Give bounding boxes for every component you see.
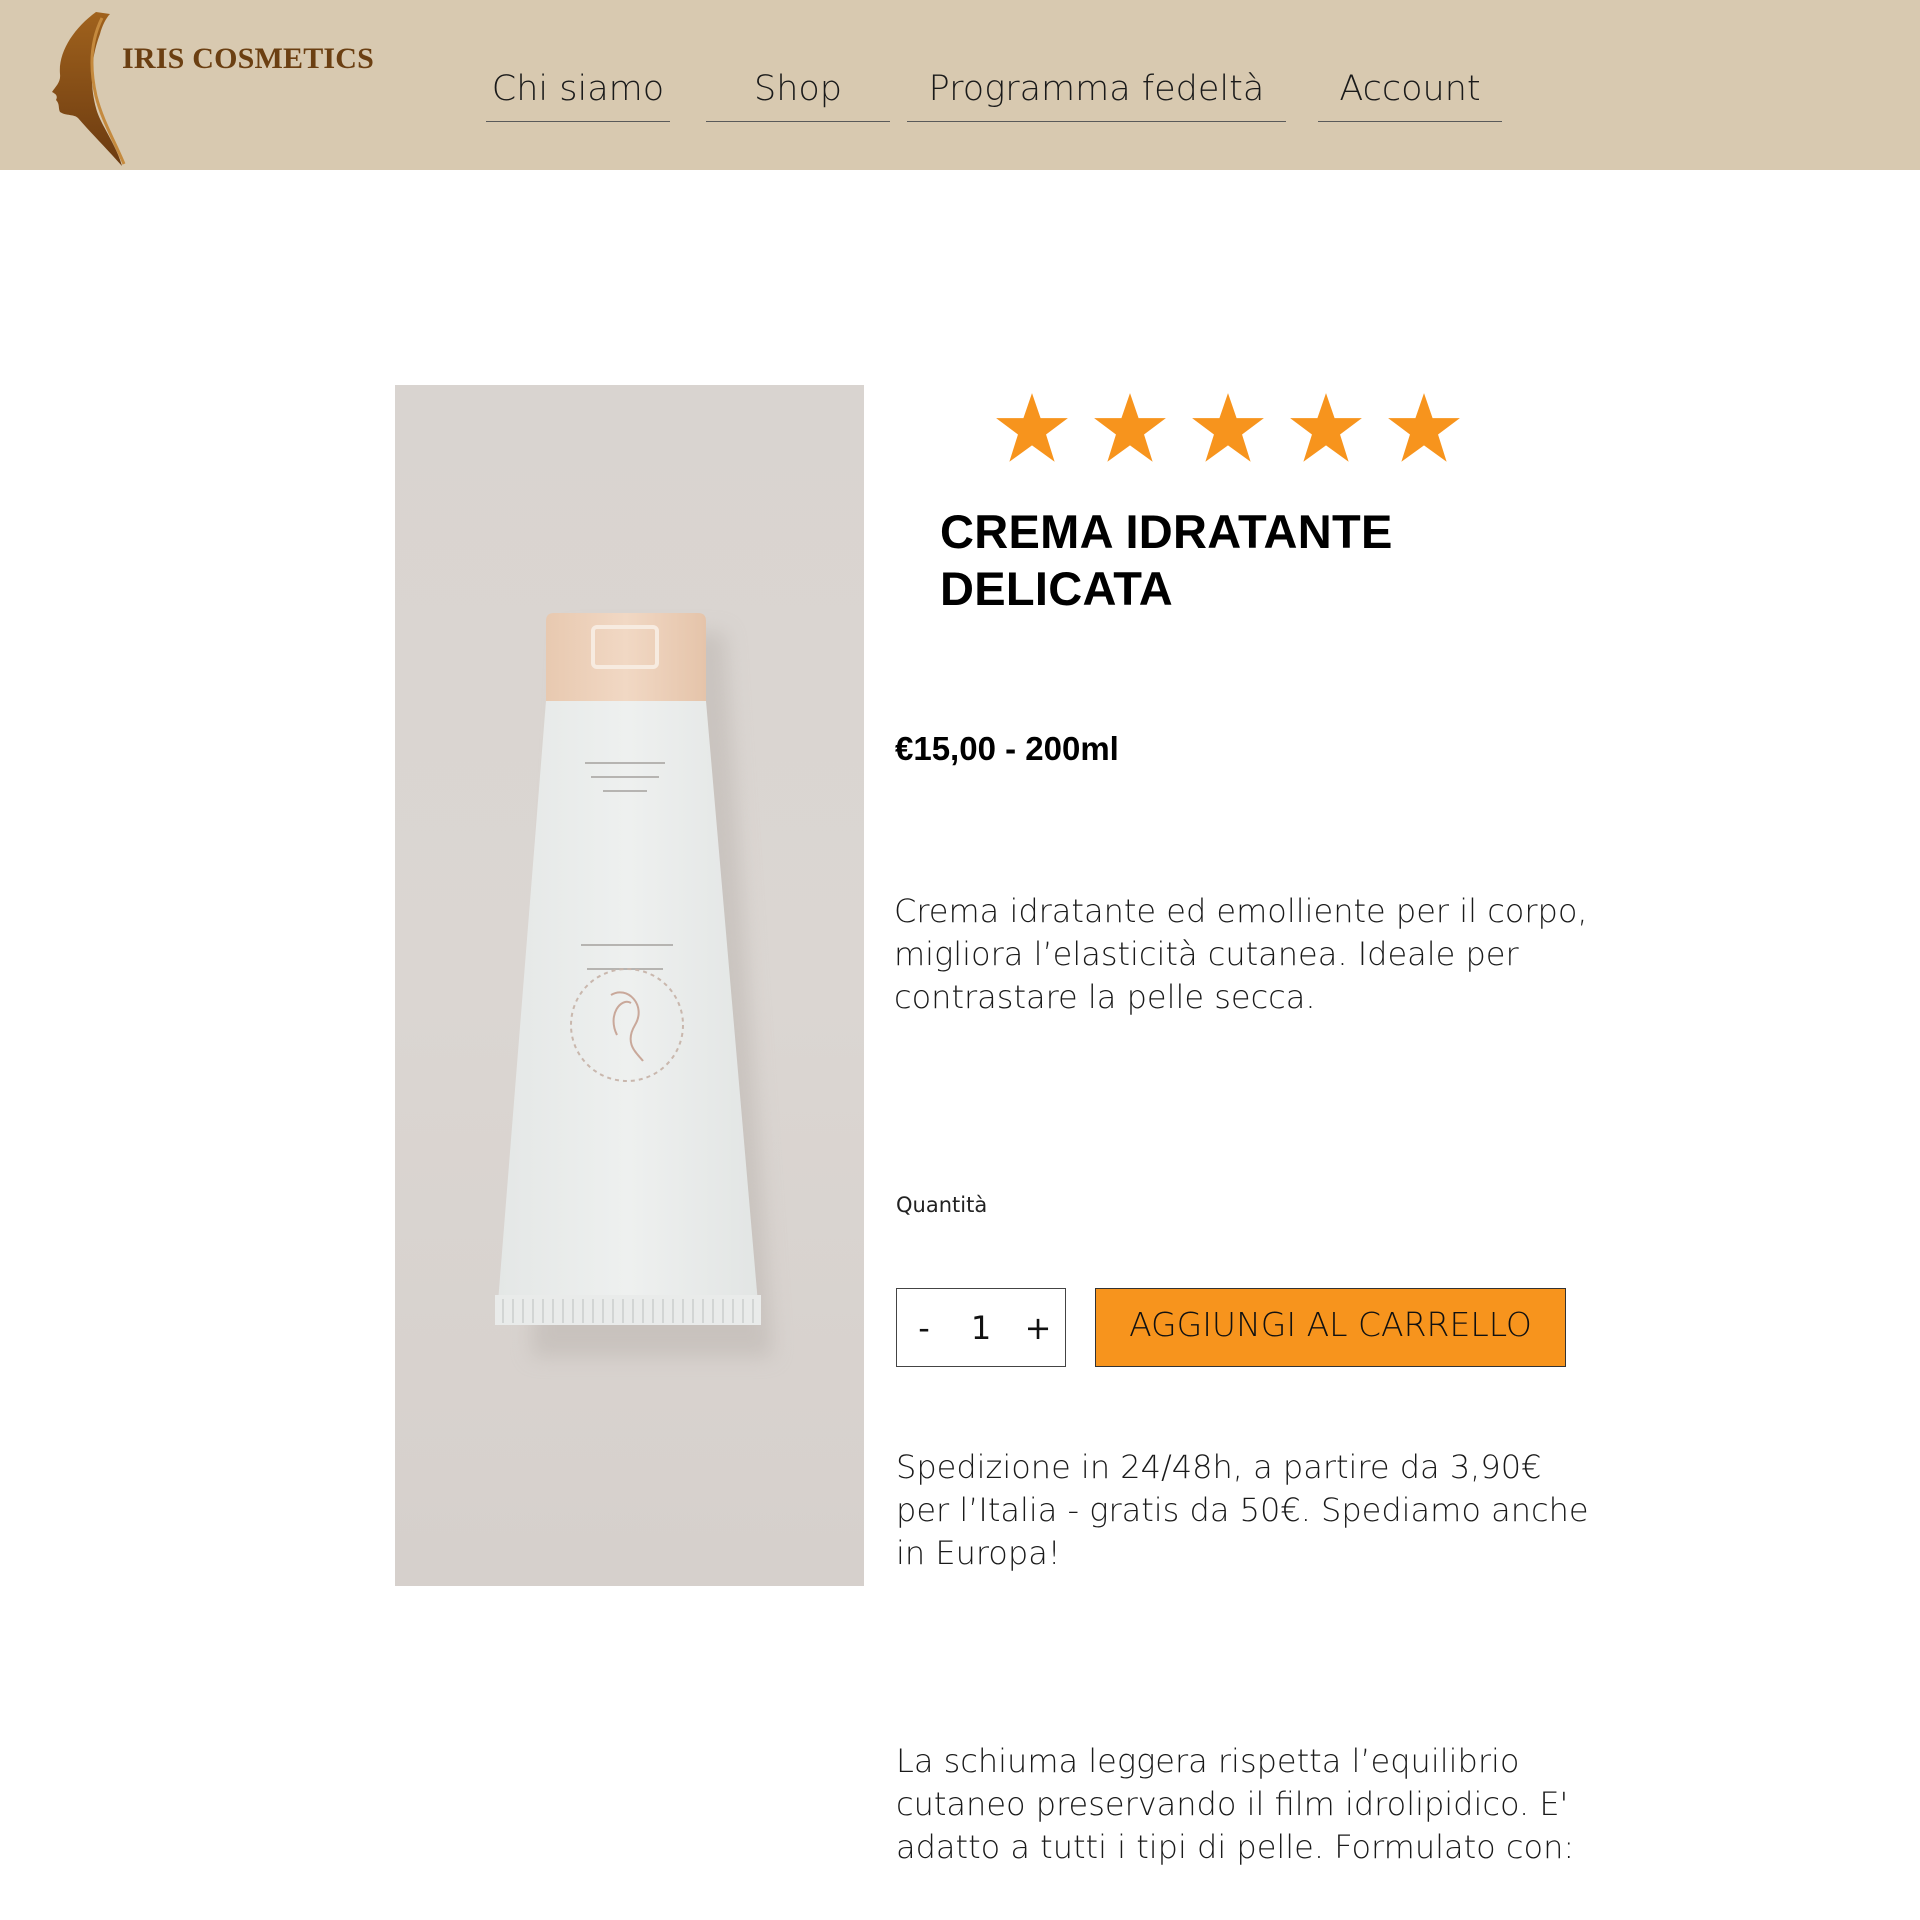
quantity-increase-button[interactable]: + (1023, 1309, 1053, 1347)
star-icon (1388, 393, 1460, 462)
star-icon (1094, 393, 1166, 462)
star-icon (1290, 393, 1362, 462)
nav-item-shop[interactable]: Shop (706, 66, 890, 122)
site-header: IRIS COSMETICS Chi siamo Shop Programma … (0, 0, 1920, 170)
star-icon (1192, 393, 1264, 462)
nav-item-chi-siamo[interactable]: Chi siamo (486, 66, 670, 122)
product-title: CREMA IDRATANTE DELICATA (940, 503, 1580, 617)
shipping-info: Spedizione in 24/48h, a partire da 3,90€… (896, 1448, 1589, 1572)
product-description: Crema idratante ed emolliente per il cor… (894, 892, 1588, 1016)
brand-name[interactable]: IRIS COSMETICS (122, 42, 374, 76)
quantity-decrease-button[interactable]: - (909, 1309, 939, 1347)
cosmetic-tube-image (395, 385, 864, 1586)
nav-item-programma-fedelta[interactable]: Programma fedeltà (907, 66, 1286, 122)
quantity-label: Quantità (896, 1193, 988, 1217)
rating-stars (993, 390, 1463, 470)
product-title-line1: CREMA IDRATANTE (940, 505, 1393, 558)
product-details: La schiuma leggera rispetta l’equilibrio… (896, 1742, 1575, 1866)
quantity-stepper[interactable]: - 1 + (896, 1288, 1066, 1367)
product-price: €15,00 - 200ml (895, 730, 1119, 767)
product-title-line2: DELICATA (940, 562, 1174, 615)
star-icon (996, 393, 1068, 462)
nav-item-account[interactable]: Account (1318, 66, 1502, 122)
quantity-value[interactable]: 1 (939, 1309, 1023, 1347)
woman-profile-logo-icon[interactable] (44, 8, 134, 168)
add-to-cart-button[interactable]: AGGIUNGI AL CARRELLO (1095, 1288, 1566, 1367)
